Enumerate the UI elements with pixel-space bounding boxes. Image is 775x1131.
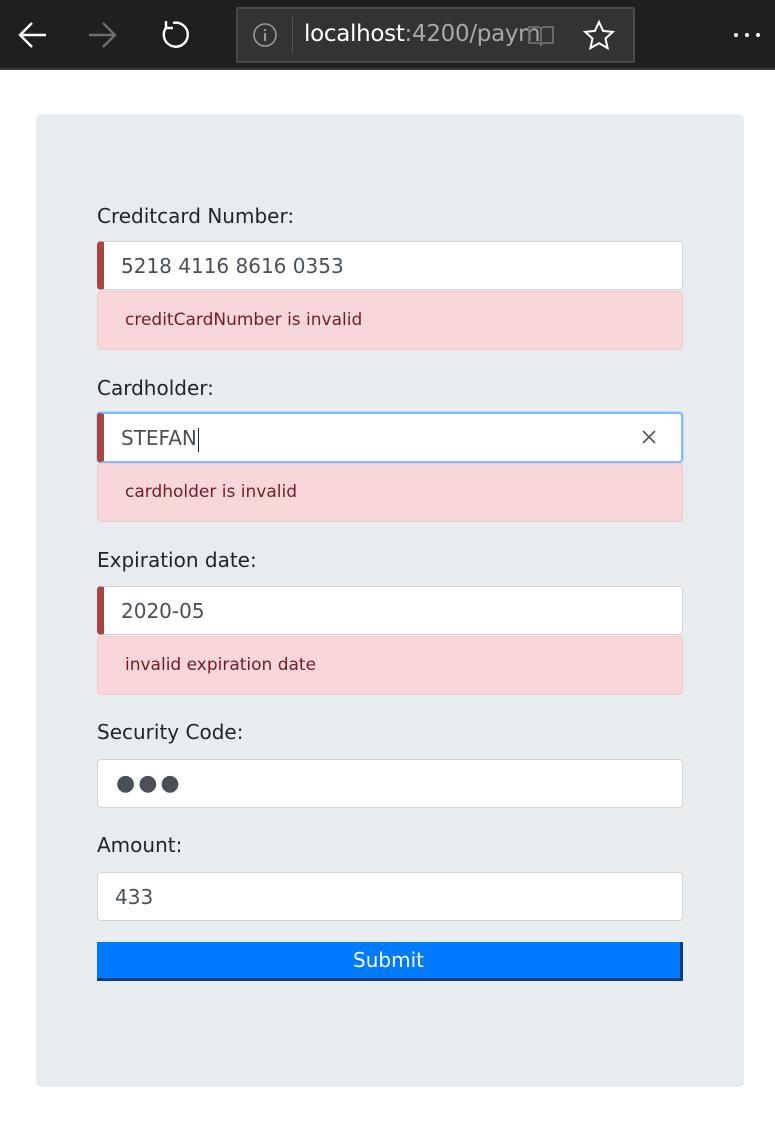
cardholder-input[interactable]: STEFAN: [97, 412, 683, 463]
expiration-value: 2020-05: [121, 599, 205, 623]
security-code-masked-value: ●●●: [116, 771, 183, 796]
forward-arrow-icon[interactable]: [79, 12, 125, 58]
url-host: localhost: [304, 21, 405, 47]
submit-button[interactable]: Submit: [97, 942, 683, 981]
url-path: :4200/paym: [404, 21, 541, 47]
cardholder-error-text: cardholder is invalid: [125, 482, 297, 502]
credit-card-value: 5218 4116 8616 0353: [121, 254, 344, 278]
back-arrow-icon[interactable]: [10, 12, 56, 58]
info-icon[interactable]: [252, 22, 278, 48]
security-code-input[interactable]: ●●●: [97, 759, 683, 808]
cardholder-text: STEFAN: [121, 426, 197, 450]
clear-input-icon[interactable]: [639, 427, 659, 447]
expiration-error-alert: invalid expiration date: [97, 636, 683, 695]
expiration-label: Expiration date:: [97, 548, 257, 572]
address-separator: [292, 17, 293, 53]
credit-card-error-alert: creditCardNumber is invalid: [97, 291, 683, 350]
reading-view-icon[interactable]: [527, 22, 555, 50]
amount-label: Amount:: [97, 833, 183, 857]
favorite-star-icon[interactable]: [582, 19, 616, 53]
security-code-label: Security Code:: [97, 720, 244, 744]
address-bar[interactable]: localhost:4200/paym: [236, 7, 635, 63]
more-icon[interactable]: [727, 22, 767, 48]
amount-input[interactable]: 433: [97, 872, 683, 921]
credit-card-error-text: creditCardNumber is invalid: [125, 310, 363, 330]
cardholder-label: Cardholder:: [97, 376, 214, 400]
url-text[interactable]: localhost:4200/paym: [304, 21, 541, 47]
reload-icon[interactable]: [150, 12, 196, 58]
expiration-error-text: invalid expiration date: [125, 655, 317, 675]
credit-card-label: Creditcard Number:: [97, 204, 295, 228]
cardholder-value: STEFAN: [121, 426, 200, 452]
cardholder-error-alert: cardholder is invalid: [97, 463, 683, 522]
credit-card-input[interactable]: 5218 4116 8616 0353: [97, 241, 683, 290]
browser-toolbar: localhost:4200/paym: [0, 0, 775, 70]
text-caret: [197, 427, 200, 452]
amount-value: 433: [115, 885, 154, 909]
expiration-input[interactable]: 2020-05: [97, 586, 683, 635]
